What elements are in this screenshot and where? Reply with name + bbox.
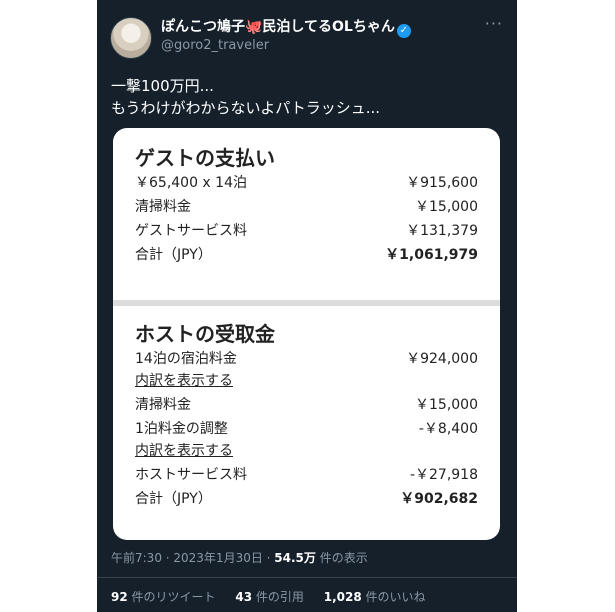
divider bbox=[97, 577, 517, 578]
retweets-label: 件のリツイート bbox=[127, 590, 216, 604]
show-breakdown-link[interactable]: 内訳を表示する bbox=[135, 370, 478, 392]
host-total-row: 合計（JPY） ￥902,682 bbox=[135, 486, 478, 510]
host-payout-section: ホストの受取金 14泊の宿泊料金 ￥924,000 内訳を表示する 清掃料金 ￥… bbox=[135, 318, 478, 510]
guest-row-amount: ￥915,600 bbox=[406, 175, 478, 191]
retweets-stat[interactable]: 92 件のリツイート bbox=[111, 590, 216, 604]
host-row: 清掃料金 ￥15,000 bbox=[135, 392, 478, 416]
views-count: 54.5万 bbox=[274, 551, 316, 565]
guest-row-amount: ￥15,000 bbox=[415, 199, 478, 215]
tweet-detail: ぽんこつ鳩子🐙民泊してるOLちゃん ✓ @goro2_traveler ··· 一… bbox=[97, 0, 517, 612]
tweet-text: 一撃100万円... もうわけがわからないよパトラッシュ... bbox=[111, 75, 380, 119]
host-row-amount: -￥8,400 bbox=[418, 421, 478, 437]
tweet-metadata: 午前7:30 · 2023年1月30日 · 54.5万 件の表示 bbox=[111, 549, 368, 566]
guest-total-amount: ￥1,061,979 bbox=[385, 247, 478, 263]
guest-total-label: 合計（JPY） bbox=[135, 247, 212, 263]
guest-payment-section: ゲストの支払い ￥65,400 x 14泊 ￥915,600 清掃料金 ￥15,… bbox=[135, 142, 478, 266]
engagement-stats: 92 件のリツイート 43 件の引用 1,028 件のいいね bbox=[111, 588, 442, 605]
quotes-label: 件の引用 bbox=[252, 590, 304, 604]
host-total-label: 合計（JPY） bbox=[135, 491, 212, 507]
tweet-image[interactable]: ゲストの支払い ￥65,400 x 14泊 ￥915,600 清掃料金 ￥15,… bbox=[113, 128, 500, 540]
show-breakdown-link[interactable]: 内訳を表示する bbox=[135, 440, 478, 462]
host-total-amount: ￥902,682 bbox=[400, 491, 478, 507]
guest-row-label: ￥65,400 x 14泊 bbox=[135, 175, 247, 191]
guest-row: ￥65,400 x 14泊 ￥915,600 bbox=[135, 170, 478, 194]
section-divider bbox=[113, 300, 500, 306]
likes-label: 件のいいね bbox=[361, 590, 426, 604]
tweet-line-2: もうわけがわからないよパトラッシュ... bbox=[111, 99, 381, 117]
retweets-count: 92 bbox=[111, 590, 128, 604]
likes-stat[interactable]: 1,028 件のいいね bbox=[324, 590, 426, 604]
avatar[interactable] bbox=[110, 17, 152, 59]
quotes-stat[interactable]: 43 件の引用 bbox=[235, 590, 304, 604]
tweet-timestamp[interactable]: 午前7:30 · 2023年1月30日 · bbox=[111, 551, 274, 565]
display-name-text[interactable]: ぽんこつ鳩子🐙民泊してるOLちゃん bbox=[161, 19, 395, 35]
quotes-count: 43 bbox=[235, 590, 253, 604]
views-label: 件の表示 bbox=[315, 551, 368, 565]
likes-count: 1,028 bbox=[323, 590, 362, 604]
host-row: 14泊の宿泊料金 ￥924,000 bbox=[135, 346, 478, 370]
guest-row-amount: ￥131,379 bbox=[406, 223, 478, 239]
guest-row: ゲストサービス料 ￥131,379 bbox=[135, 218, 478, 242]
user-handle[interactable]: @goro2_traveler bbox=[161, 38, 269, 53]
host-row-amount: ￥15,000 bbox=[415, 397, 478, 413]
guest-total-row: 合計（JPY） ￥1,061,979 bbox=[135, 242, 478, 266]
host-row-label: 1泊料金の調整 bbox=[135, 421, 228, 437]
host-row-label: 14泊の宿泊料金 bbox=[135, 351, 237, 367]
host-row-amount: -￥27,918 bbox=[409, 467, 478, 483]
more-options-icon[interactable]: ··· bbox=[485, 14, 503, 33]
guest-row-label: 清掃料金 bbox=[135, 199, 191, 215]
tweet-line-1: 一撃100万円... bbox=[111, 77, 214, 95]
display-name[interactable]: ぽんこつ鳩子🐙民泊してるOLちゃん ✓ bbox=[161, 16, 411, 38]
verified-badge-icon: ✓ bbox=[396, 24, 411, 38]
host-row: 1泊料金の調整 -￥8,400 bbox=[135, 416, 478, 440]
guest-row-label: ゲストサービス料 bbox=[135, 223, 247, 239]
guest-row: 清掃料金 ￥15,000 bbox=[135, 194, 478, 218]
host-row-amount: ￥924,000 bbox=[406, 351, 478, 367]
host-row: ホストサービス料 -￥27,918 bbox=[135, 462, 478, 486]
guest-payment-title: ゲストの支払い bbox=[135, 146, 275, 170]
host-row-label: 清掃料金 bbox=[135, 397, 191, 413]
host-row-label: ホストサービス料 bbox=[135, 467, 247, 483]
host-payout-title: ホストの受取金 bbox=[135, 322, 275, 346]
